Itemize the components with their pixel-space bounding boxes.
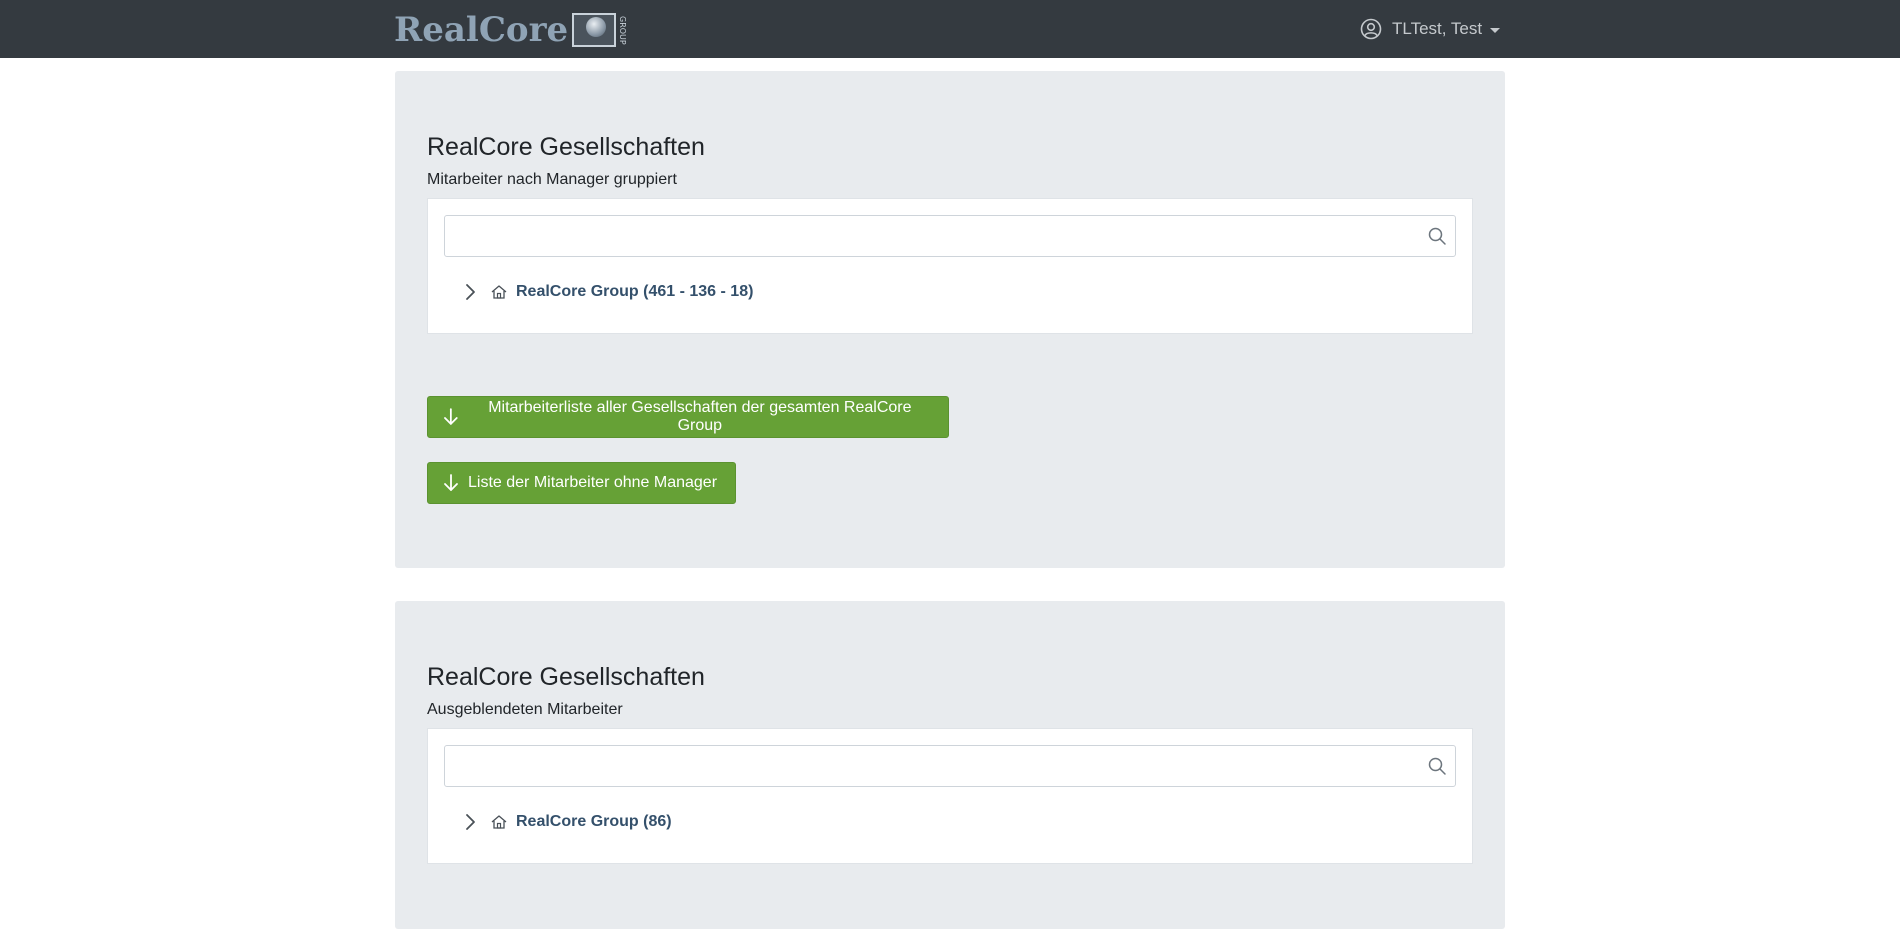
home-icon	[491, 815, 507, 829]
button-label: Mitarbeiterliste aller Gesellschaften de…	[488, 399, 912, 434]
tree-search-input[interactable]	[445, 216, 1429, 254]
realcore-logo[interactable]: RealCore GROUP	[394, 12, 627, 48]
top-navbar: RealCore GROUP TLTest, Test	[0, 0, 1900, 58]
home-icon	[491, 285, 507, 299]
tree-node-label[interactable]: RealCore Group (86)	[516, 813, 672, 831]
logo-text: RealCore	[394, 10, 569, 50]
arrow-down-icon	[444, 408, 458, 425]
chevron-right-icon[interactable]	[464, 283, 476, 301]
tree-node-realcore-group[interactable]: RealCore Group (86)	[464, 809, 672, 835]
button-label: Liste der Mitarbeiter ohne Manager	[468, 474, 718, 491]
section-title: RealCore Gesellschaften	[427, 663, 705, 691]
tree-search-box	[444, 745, 1456, 787]
section-title: RealCore Gesellschaften	[427, 133, 705, 161]
section-employees-by-manager: RealCore Gesellschaften Mitarbeiter nach…	[395, 71, 1505, 568]
tree-panel: RealCore Group (461 - 136 - 18)	[427, 198, 1473, 334]
section-subtitle: Mitarbeiter nach Manager gruppiert	[427, 171, 677, 188]
search-icon[interactable]	[1427, 756, 1447, 776]
tree-panel: RealCore Group (86)	[427, 728, 1473, 864]
section-hidden-employees: RealCore Gesellschaften Ausgeblendeten M…	[395, 601, 1505, 929]
logo-group-text: GROUP	[618, 15, 628, 45]
user-name: TLTest, Test	[1392, 19, 1483, 38]
tree-node-realcore-group[interactable]: RealCore Group (461 - 136 - 18)	[464, 279, 753, 305]
search-icon[interactable]	[1427, 226, 1447, 246]
arrow-down-icon	[444, 474, 458, 491]
tree-node-label[interactable]: RealCore Group (461 - 136 - 18)	[516, 283, 753, 301]
user-circle-icon	[1360, 18, 1382, 40]
tree-search-box	[444, 215, 1456, 257]
logo-globe-icon	[572, 13, 617, 47]
caret-down-icon	[1490, 27, 1501, 33]
download-employees-without-manager-button[interactable]: Liste der Mitarbeiter ohne Manager	[427, 462, 736, 504]
chevron-right-icon[interactable]	[464, 813, 476, 831]
tree-search-input[interactable]	[445, 746, 1429, 784]
section-subtitle: Ausgeblendeten Mitarbeiter	[427, 701, 623, 718]
user-menu-dropdown[interactable]: TLTest, Test	[1360, 14, 1501, 44]
download-all-employees-button[interactable]: Mitarbeiterliste aller Gesellschaften de…	[427, 396, 949, 438]
